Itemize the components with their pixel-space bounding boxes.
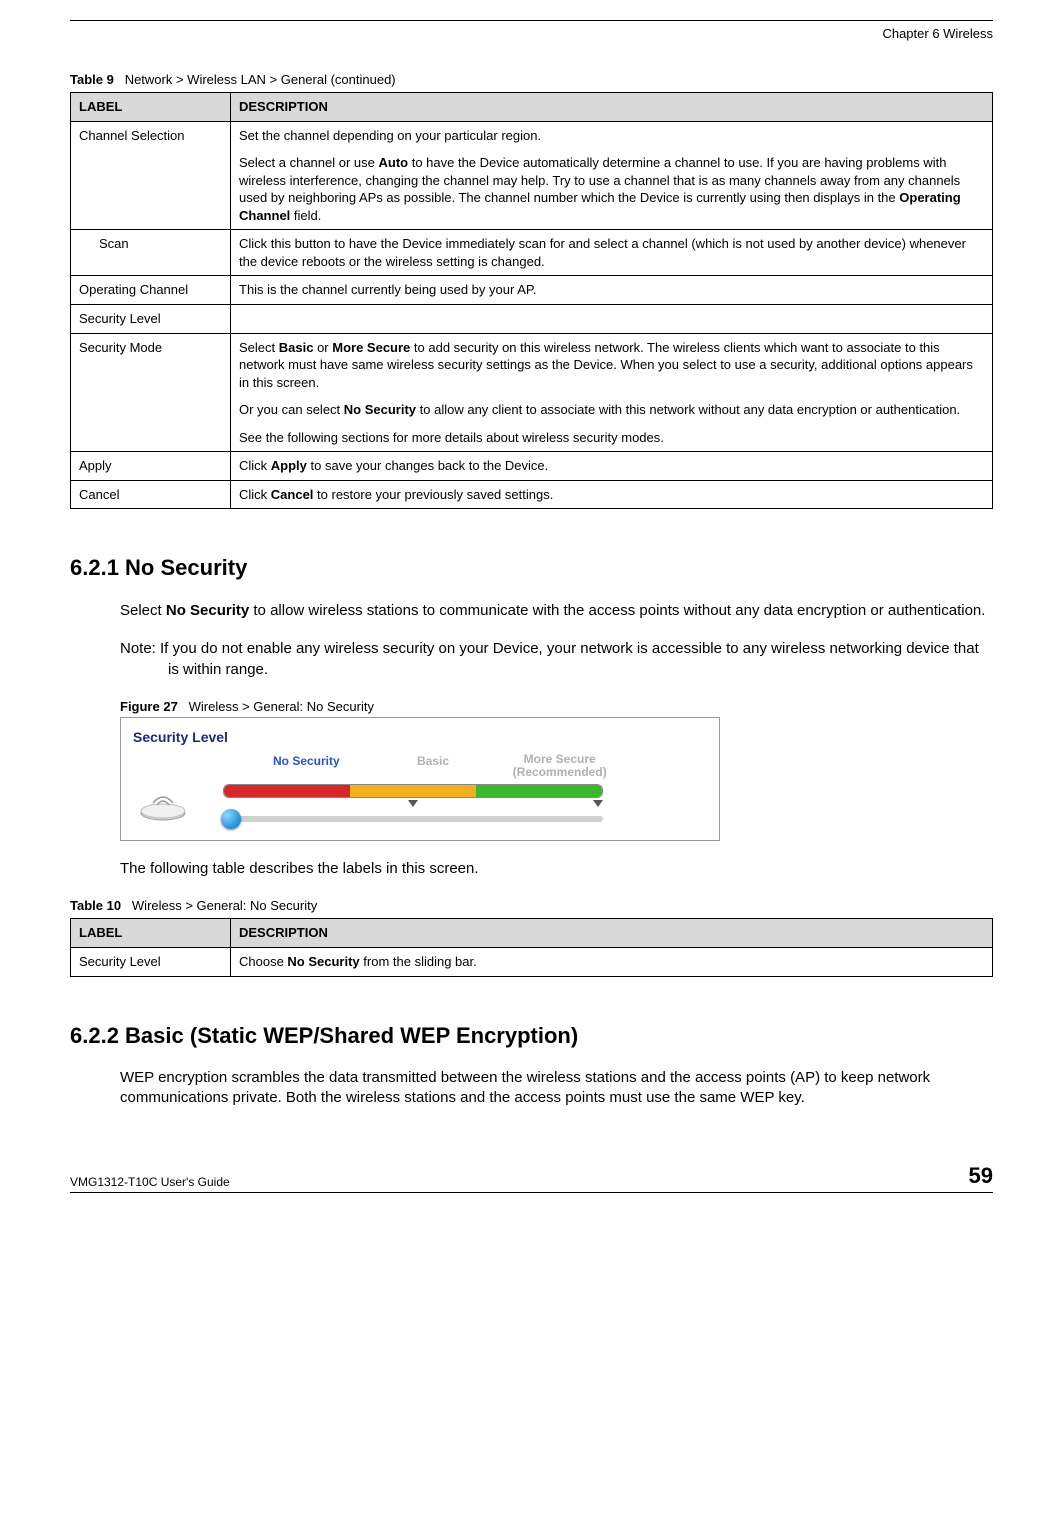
cs-p2b: Auto	[378, 155, 408, 170]
sm-p2b: No Security	[344, 402, 416, 417]
sm-p2a: Or you can select	[239, 402, 344, 417]
security-slider[interactable]	[223, 816, 603, 822]
table-row: Security Level Choose No Security from t…	[71, 947, 993, 976]
row-desc-scan: Click this button to have the Device imm…	[231, 230, 993, 276]
sec621-p1a: Select	[120, 602, 166, 619]
table-row: Operating Channel This is the channel cu…	[71, 276, 993, 305]
table-row: Security Level	[71, 305, 993, 334]
row-desc-security-level	[231, 305, 993, 334]
table9-caption: Table 9 Network > Wireless LAN > General…	[70, 71, 993, 89]
t10-d2: No Security	[287, 954, 359, 969]
sec621-note: Note: If you do not enable any wireless …	[120, 639, 993, 680]
bar-segment-yellow	[350, 785, 476, 797]
table-row: Security Mode Select Basic or More Secur…	[71, 333, 993, 452]
label-more-secure: More Secure (Recommended)	[496, 753, 623, 779]
tick-icon	[593, 800, 603, 807]
label-no-security: No Security	[243, 753, 370, 779]
sm-p1: Select Basic or More Secure to add secur…	[239, 339, 984, 392]
heading-6-2-2: 6.2.2 Basic (Static WEP/Shared WEP Encry…	[70, 1021, 993, 1051]
sec622-p1: WEP encryption scrambles the data transm…	[120, 1068, 993, 1109]
table9-header-row: LABEL DESCRIPTION	[71, 93, 993, 122]
table-row: Apply Click Apply to save your changes b…	[71, 452, 993, 481]
bar-ticks	[223, 800, 603, 810]
cs-p2: Select a channel or use Auto to have the…	[239, 154, 984, 224]
label-more-secure-l1: More Secure	[524, 752, 596, 766]
sm-p2: Or you can select No Security to allow a…	[239, 401, 984, 419]
row-desc-security-mode: Select Basic or More Secure to add secur…	[231, 333, 993, 452]
cancel-d2: Cancel	[271, 487, 314, 502]
bar-segment-green	[476, 785, 602, 797]
table10-caption: Table 10 Wireless > General: No Security	[70, 897, 993, 915]
cancel-d3: to restore your previously saved setting…	[313, 487, 553, 502]
sm-p1c: or	[313, 340, 332, 355]
tick-icon	[408, 800, 418, 807]
cs-p2a: Select a channel or use	[239, 155, 378, 170]
row-desc-apply: Click Apply to save your changes back to…	[231, 452, 993, 481]
figure27-caption-text: Wireless > General: No Security	[189, 699, 374, 714]
row-label-cancel: Cancel	[71, 480, 231, 509]
security-color-bar	[223, 784, 603, 798]
table10-header-row: LABEL DESCRIPTION	[71, 919, 993, 948]
security-bar-wrap	[223, 784, 603, 822]
t10-d3: from the sliding bar.	[360, 954, 477, 969]
row-label-t10-security-level: Security Level	[71, 947, 231, 976]
apply-d1: Click	[239, 458, 271, 473]
row-label-channel-selection: Channel Selection	[71, 121, 231, 230]
table10-head-desc: DESCRIPTION	[231, 919, 993, 948]
table-row: Channel Selection Set the channel depend…	[71, 121, 993, 230]
sm-p3: See the following sections for more deta…	[239, 429, 984, 447]
apply-d3: to save your changes back to the Device.	[307, 458, 548, 473]
table-row: Cancel Click Cancel to restore your prev…	[71, 480, 993, 509]
slider-thumb[interactable]	[221, 809, 241, 829]
footer-guide: VMG1312-T10C User's Guide	[70, 1174, 230, 1190]
chapter-header: Chapter 6 Wireless	[70, 25, 993, 43]
cancel-d1: Click	[239, 487, 271, 502]
row-label-operating-channel: Operating Channel	[71, 276, 231, 305]
row-desc-t10-security-level: Choose No Security from the sliding bar.	[231, 947, 993, 976]
heading-6-2-1: 6.2.1 No Security	[70, 553, 993, 583]
figure27-caption: Figure 27 Wireless > General: No Securit…	[120, 698, 993, 716]
row-desc-cancel: Click Cancel to restore your previously …	[231, 480, 993, 509]
table10: LABEL DESCRIPTION Security Level Choose …	[70, 918, 993, 976]
page-footer: VMG1312-T10C User's Guide 59	[70, 1161, 993, 1194]
figure27-panel-title: Security Level	[133, 728, 707, 747]
top-rule	[70, 20, 993, 21]
row-label-scan: Scan	[71, 230, 231, 276]
row-label-security-level: Security Level	[71, 305, 231, 334]
wireless-icon	[133, 785, 193, 821]
cs-p2e: field.	[290, 208, 321, 223]
security-slider-row	[133, 784, 707, 822]
table-row: Scan Click this button to have the Devic…	[71, 230, 993, 276]
row-label-apply: Apply	[71, 452, 231, 481]
figure27-number: Figure 27	[120, 699, 178, 714]
table9-head-desc: DESCRIPTION	[231, 93, 993, 122]
label-basic: Basic	[370, 753, 497, 779]
table10-number: Table 10	[70, 898, 121, 913]
table9-number: Table 9	[70, 72, 114, 87]
figure27-panel: Security Level No Security Basic More Se…	[120, 717, 720, 840]
sm-p1d: More Secure	[332, 340, 410, 355]
row-label-security-mode: Security Mode	[71, 333, 231, 452]
label-more-secure-l2: (Recommended)	[513, 765, 607, 779]
sm-p1a: Select	[239, 340, 279, 355]
sec621-p1c: to allow wireless stations to communicat…	[249, 602, 985, 619]
sm-p1b: Basic	[279, 340, 314, 355]
bar-segment-red	[224, 785, 350, 797]
sm-p2c: to allow any client to associate with th…	[416, 402, 960, 417]
table10-caption-text: Wireless > General: No Security	[132, 898, 317, 913]
post-figure-text: The following table describes the labels…	[120, 859, 993, 879]
apply-d2: Apply	[271, 458, 307, 473]
row-desc-channel-selection: Set the channel depending on your partic…	[231, 121, 993, 230]
row-desc-operating-channel: This is the channel currently being used…	[231, 276, 993, 305]
cs-p1: Set the channel depending on your partic…	[239, 127, 984, 145]
t10-d1: Choose	[239, 954, 287, 969]
sec621-p1b: No Security	[166, 602, 249, 619]
sec621-p1: Select No Security to allow wireless sta…	[120, 601, 993, 621]
table9: LABEL DESCRIPTION Channel Selection Set …	[70, 92, 993, 509]
table9-head-label: LABEL	[71, 93, 231, 122]
table9-caption-text: Network > Wireless LAN > General (contin…	[125, 72, 396, 87]
security-level-labels: No Security Basic More Secure (Recommend…	[243, 753, 623, 779]
footer-page-number: 59	[969, 1161, 993, 1191]
table10-head-label: LABEL	[71, 919, 231, 948]
